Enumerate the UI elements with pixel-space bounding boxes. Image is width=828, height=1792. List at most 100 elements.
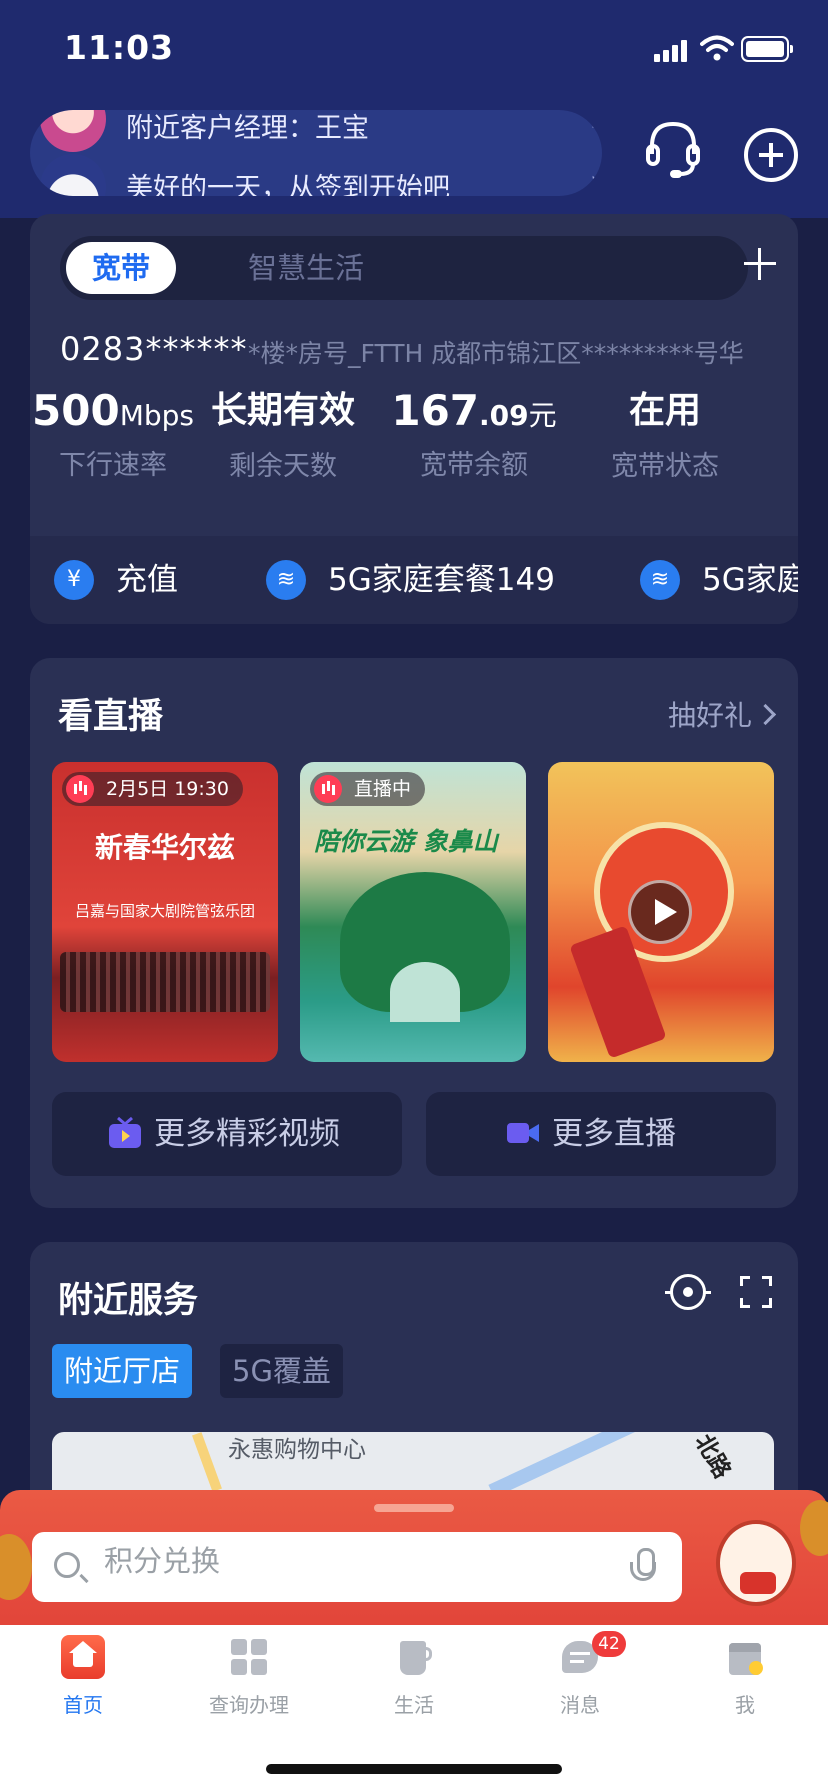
quick-recharge-label: 充值 xyxy=(116,562,178,598)
live-card: 看直播 抽好礼 2月5日 19:30 新春华尔兹 吕嘉与国家大剧院管弦乐团 陪你… xyxy=(30,658,798,1208)
live-thumb-title: 新春华尔兹 xyxy=(94,831,235,864)
broadband-quick-actions: ¥ 充值 ≋ 5G家庭套餐149 ≋ 5G家庭 xyxy=(30,536,798,624)
tab-broadband[interactable]: 宽带 xyxy=(66,242,176,294)
live-thumb-elephant-hill[interactable]: 陪你云游 象鼻山 直播中 xyxy=(300,762,526,1062)
live-badge-date: 2月5日 19:30 xyxy=(62,772,243,806)
stat-balance-decimal: .09 xyxy=(479,399,529,432)
stat-balance-value: 167 xyxy=(391,386,480,435)
search-bar[interactable]: 积分兑换 xyxy=(32,1532,682,1602)
stat-balance[interactable]: 167.09元 宽带余额 xyxy=(379,386,569,482)
nearby-title: 附近服务 xyxy=(58,1281,199,1321)
battery-icon xyxy=(741,36,793,62)
notice-text-2: 美好的一天，从签到开始吧 xyxy=(126,173,450,196)
wifi-icon: ≋ xyxy=(640,560,680,600)
map-river xyxy=(488,1432,676,1498)
tab-5g-coverage[interactable]: 5G覆盖 xyxy=(220,1344,343,1398)
stat-status-label: 宽带状态 xyxy=(611,451,719,482)
play-icon[interactable] xyxy=(628,880,692,944)
live-badge-date-text: 2月5日 19:30 xyxy=(106,778,229,800)
headset-icon[interactable] xyxy=(644,118,702,180)
stat-days-value: 长期有效 xyxy=(210,390,355,431)
lantern-decoration xyxy=(0,1534,32,1600)
wifi-icon xyxy=(700,35,734,61)
message-count-badge: 42 xyxy=(592,1631,626,1657)
tab-smart-life[interactable]: 智慧生活 xyxy=(248,242,364,294)
stat-speed[interactable]: 500Mbps 下行速率 xyxy=(30,386,208,482)
chevron-right-icon: › xyxy=(590,110,602,137)
stat-speed-unit: Mbps xyxy=(119,399,194,432)
cellular-signal-icon xyxy=(654,40,688,62)
tab-query-label: 查询办理 xyxy=(209,1693,289,1717)
stat-days[interactable]: 长期有效 剩余天数 xyxy=(188,386,378,483)
tab-home-label: 首页 xyxy=(63,1693,103,1717)
live-badge-live: 直播中 xyxy=(310,772,426,806)
cup-icon xyxy=(392,1635,436,1679)
tab-messages-label: 消息 xyxy=(560,1693,600,1717)
tab-query[interactable]: 查询办理 xyxy=(189,1635,309,1718)
microphone-icon[interactable] xyxy=(630,1548,656,1588)
tab-life-label: 生活 xyxy=(394,1693,434,1717)
stat-days-label: 剩余天数 xyxy=(229,451,337,482)
broadband-account: 0283****** xyxy=(60,330,248,368)
broadband-address: *楼*房号_FTTH 成都市锦江区*********号华 xyxy=(248,339,744,368)
add-circle-icon[interactable] xyxy=(744,128,798,182)
tab-messages[interactable]: 42 消息 xyxy=(520,1631,640,1718)
quick-5g-family-label: 5G家庭 xyxy=(702,562,798,598)
manager-avatar xyxy=(40,110,106,152)
tab-home[interactable]: 首页 xyxy=(23,1635,143,1718)
notice-ticker[interactable]: 附近客户经理：王宝 › 美好的一天，从签到开始吧 › xyxy=(30,110,602,196)
yuan-icon: ¥ xyxy=(54,560,94,600)
points-sheet: 积分兑换 xyxy=(0,1490,828,1625)
live-more-link[interactable]: 抽好礼 xyxy=(668,694,773,734)
map-label-road: 北路 xyxy=(689,1432,736,1483)
map-road xyxy=(192,1432,222,1492)
tab-nearby-stores[interactable]: 附近厅店 xyxy=(52,1344,193,1398)
stat-speed-label: 下行速率 xyxy=(59,450,167,481)
more-live-button[interactable]: 更多直播 xyxy=(426,1092,776,1176)
locate-icon[interactable] xyxy=(665,1274,711,1310)
tab-life[interactable]: 生活 xyxy=(354,1635,474,1718)
grid-icon xyxy=(227,1635,271,1679)
quick-5g-package-label: 5G家庭套餐149 xyxy=(328,562,555,598)
tab-me[interactable]: 我 xyxy=(685,1635,805,1718)
expand-icon[interactable] xyxy=(740,1276,772,1308)
chevron-right-icon: › xyxy=(590,164,602,196)
live-bars-icon xyxy=(314,775,342,803)
video-camera-icon xyxy=(507,1123,539,1143)
stat-balance-label: 宽带余额 xyxy=(420,450,528,481)
live-thumb-title: 陪你云游 象鼻山 xyxy=(314,827,498,856)
status-bar: 11:03 xyxy=(0,0,828,100)
live-thumb-subtitle: 吕嘉与国家大剧院管弦乐团 xyxy=(74,902,255,920)
more-live-label: 更多直播 xyxy=(552,1116,676,1152)
live-thumb-concert[interactable]: 2月5日 19:30 新春华尔兹 吕嘉与国家大剧院管弦乐团 xyxy=(52,762,278,1062)
mascot-icon[interactable] xyxy=(716,1520,796,1606)
orchestra-image xyxy=(60,952,270,1012)
wifi-icon: ≋ xyxy=(266,560,306,600)
search-input[interactable]: 积分兑换 xyxy=(104,1532,220,1590)
sheet-handle[interactable] xyxy=(374,1504,454,1512)
live-bars-icon xyxy=(66,775,94,803)
calendar-checkin-icon xyxy=(723,1635,767,1679)
live-title: 看直播 xyxy=(58,697,164,737)
stat-status-value: 在用 xyxy=(628,390,701,431)
lantern-decoration xyxy=(800,1500,828,1556)
broadband-card: 宽带 智慧生活 0283****** *楼*房号_FTTH 成都市锦江区****… xyxy=(30,214,798,624)
stat-balance-unit: 元 xyxy=(528,399,557,432)
more-videos-button[interactable]: 更多精彩视频 xyxy=(52,1092,402,1176)
live-thumb-tiger[interactable] xyxy=(548,762,774,1062)
tv-icon xyxy=(109,1116,141,1148)
live-badge-live-text: 直播中 xyxy=(354,778,412,800)
more-videos-label: 更多精彩视频 xyxy=(154,1116,340,1152)
home-icon xyxy=(61,1635,105,1679)
checkin-avatar xyxy=(40,154,106,196)
map-label-mall: 永惠购物中心 xyxy=(228,1437,366,1463)
search-icon xyxy=(54,1552,80,1578)
stat-status[interactable]: 在用 宽带状态 xyxy=(570,386,760,483)
tab-me-label: 我 xyxy=(735,1693,755,1717)
stat-speed-value: 500 xyxy=(32,386,120,435)
broadband-tabs: 宽带 智慧生活 xyxy=(60,236,748,300)
notice-text-1: 附近客户经理：王宝 xyxy=(126,113,369,144)
status-time: 11:03 xyxy=(64,28,175,67)
add-icon[interactable] xyxy=(738,242,782,286)
arch-image xyxy=(390,962,460,1022)
